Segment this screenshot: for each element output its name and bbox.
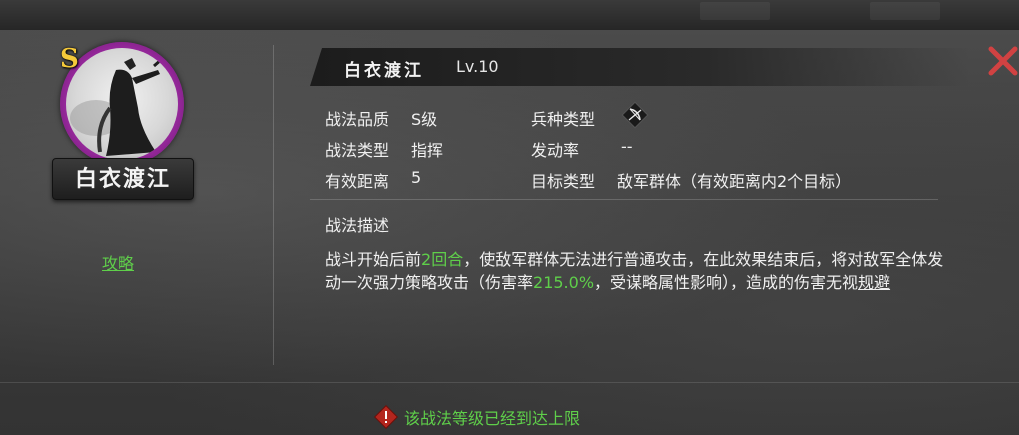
vertical-divider: [273, 45, 274, 365]
guide-link[interactable]: 攻略: [102, 250, 134, 274]
quality-label: 战法品质: [325, 110, 390, 129]
type-value: 指挥: [411, 141, 444, 160]
portrait-name-plate: 白衣渡江: [52, 158, 194, 200]
top-strip: [0, 0, 1019, 30]
skill-level: Lv.10: [456, 57, 499, 76]
trigger-rate-label: 发动率: [531, 141, 580, 160]
desc-part: 战斗开始后前: [325, 250, 422, 269]
target-type-value: 敌军群体（有效距离内2个目标）: [617, 172, 852, 191]
range-value: 5: [411, 168, 422, 187]
section-separator: [310, 199, 938, 200]
bottom-divider: [0, 382, 1019, 383]
troop-type-label: 兵种类型: [531, 110, 596, 129]
range-label: 有效距离: [325, 172, 390, 191]
description-text: 战斗开始后前2回合，使敌军群体无法进行普通攻击，在此效果结束后，将对敌军全体发动…: [325, 248, 945, 294]
description-heading: 战法描述: [325, 216, 390, 235]
desc-part: ，受谋略属性影响），造成的伤害无视: [594, 273, 859, 292]
top-tab-ghost: [700, 2, 770, 20]
desc-evade-term[interactable]: 规避: [858, 273, 890, 292]
quality-value: S级: [411, 110, 438, 129]
type-label: 战法类型: [325, 141, 390, 160]
bow-icon: [621, 101, 649, 129]
desc-highlight-rounds: 2回合: [421, 250, 464, 269]
close-button[interactable]: [986, 44, 1019, 78]
top-tab-ghost: [870, 2, 940, 20]
notice-text: 该战法等级已经到达上限: [404, 409, 581, 428]
close-icon: [988, 46, 1018, 76]
skill-portrait: S 白衣渡江: [52, 42, 194, 232]
target-type-label: 目标类型: [531, 172, 596, 191]
desc-highlight-damage: 215.0%: [533, 273, 595, 292]
max-level-notice: 该战法等级已经到达上限: [374, 405, 580, 429]
trigger-rate-value: --: [621, 137, 633, 156]
warning-icon: [374, 405, 398, 429]
grade-badge: S: [60, 44, 79, 74]
skill-title: 白衣渡江: [344, 61, 424, 81]
